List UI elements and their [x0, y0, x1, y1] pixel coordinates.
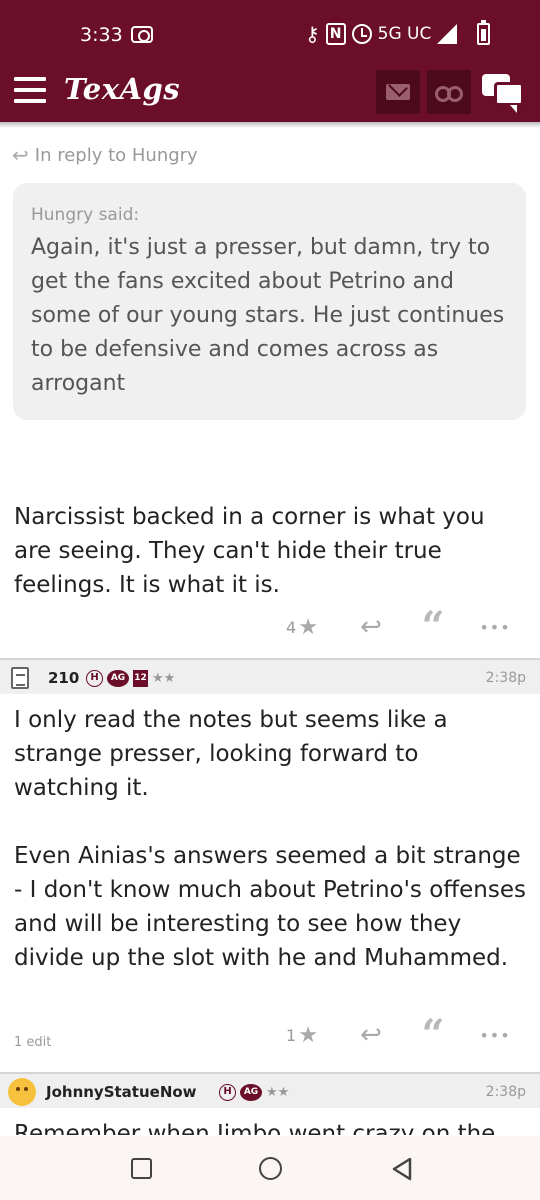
reply-icon: ↩: [360, 612, 382, 642]
post-header: JohnnyStatueNow H AG ★★ 2:38p: [0, 1072, 540, 1108]
watch-list-button[interactable]: [427, 70, 471, 114]
ag-badge: AG: [240, 1084, 262, 1101]
rate-button[interactable]: 1 ★: [286, 1023, 340, 1048]
post-body: I only read the notes but seems like a s…: [14, 703, 529, 975]
reply-arrow-icon: ↩: [12, 143, 29, 167]
rate-button[interactable]: 4 ★: [286, 615, 340, 640]
menu-button[interactable]: [14, 77, 46, 103]
key-icon: ⚷: [305, 22, 320, 46]
post-body: Narcissist backed in a corner is what yo…: [14, 504, 485, 598]
more-button[interactable]: •••: [464, 1026, 526, 1045]
in-reply-to-text: In reply to Hungry: [34, 144, 198, 166]
star-icon: ★: [298, 1022, 318, 1048]
status-bar: 3:33 ⚷ N 5G UC: [0, 0, 540, 56]
back-triangle-icon: [392, 1157, 412, 1181]
system-nav-bar: [0, 1136, 540, 1200]
status-icons: ⚷ N 5G UC: [305, 20, 491, 46]
mail-icon: [386, 84, 410, 100]
app-header: TexAgs: [0, 56, 540, 122]
quote-icon: “: [421, 1011, 445, 1058]
emoji-avatar-icon: [8, 1078, 36, 1106]
post-actions: 1 ★ ↩ “ •••: [286, 1015, 526, 1055]
rating-count: 1: [286, 1025, 297, 1045]
quote-author: Hungry said:: [31, 205, 140, 225]
recents-button[interactable]: [131, 1158, 152, 1179]
home-button[interactable]: [259, 1157, 282, 1180]
username[interactable]: 210: [48, 669, 79, 687]
nfc-icon: N: [325, 23, 346, 45]
post-header: 210 H AG 12 ★★ 2:38p: [0, 658, 540, 694]
years-badge: 12: [133, 670, 148, 687]
user-badges: H AG ★★: [219, 1084, 289, 1101]
h-badge: H: [219, 1084, 236, 1101]
post-body-text: Remember when Jimbo went crazy on the: [14, 1123, 529, 1135]
menu-icon: [14, 77, 46, 81]
alarm-icon: [351, 24, 372, 44]
user-badges: H AG 12 ★★: [86, 670, 175, 687]
reply-button[interactable]: ↩: [340, 1020, 402, 1050]
in-reply-to-link[interactable]: ↩ In reply to Hungry: [12, 143, 198, 167]
h-badge: H: [86, 670, 103, 687]
back-button[interactable]: [390, 1156, 414, 1182]
notepad-avatar-icon: [11, 667, 29, 689]
reply-button[interactable]: ↩: [340, 612, 402, 642]
more-icon: •••: [479, 1025, 511, 1045]
post-actions: 4 ★ ↩ “ •••: [286, 607, 526, 647]
network-type: 5G UC: [377, 24, 432, 44]
header-shadow: [0, 122, 540, 128]
more-button[interactable]: •••: [464, 618, 526, 637]
texags-logo[interactable]: TexAgs: [64, 72, 180, 106]
quote-button[interactable]: “: [402, 1015, 464, 1055]
mail-button[interactable]: [376, 70, 420, 114]
quote-icon: “: [421, 603, 445, 650]
screen-record-icon: [131, 26, 153, 43]
post-paragraph: I only read the notes but seems like a s…: [14, 707, 448, 801]
status-time: 3:33: [80, 24, 123, 46]
star-icon: ★: [298, 614, 318, 640]
battery-charging-icon: [477, 20, 491, 45]
stars-badge: ★★: [152, 671, 176, 686]
edit-count[interactable]: 1 edit: [14, 1035, 51, 1050]
more-icon: •••: [479, 617, 511, 637]
ag-badge: AG: [107, 670, 129, 687]
signal-icon: [437, 24, 458, 44]
post-time: 2:38p: [485, 670, 526, 686]
quote-block: Hungry said: Again, it's just a presser,…: [13, 183, 526, 420]
post-time: 2:38p: [485, 1084, 526, 1100]
rating-count: 4: [286, 617, 297, 637]
binoculars-icon: [435, 86, 463, 102]
post-paragraph: Even Ainias's answers seemed a bit stran…: [14, 843, 526, 971]
quote-button[interactable]: “: [402, 607, 464, 647]
username[interactable]: JohnnyStatueNow: [46, 1083, 197, 1101]
stars-badge: ★★: [266, 1085, 290, 1100]
quote-text: Again, it's just a presser, but damn, tr…: [31, 235, 505, 396]
reply-icon: ↩: [360, 1020, 382, 1050]
post-body-clipped: Remember when Jimbo went crazy on the: [14, 1123, 529, 1135]
chat-button[interactable]: [478, 72, 528, 116]
